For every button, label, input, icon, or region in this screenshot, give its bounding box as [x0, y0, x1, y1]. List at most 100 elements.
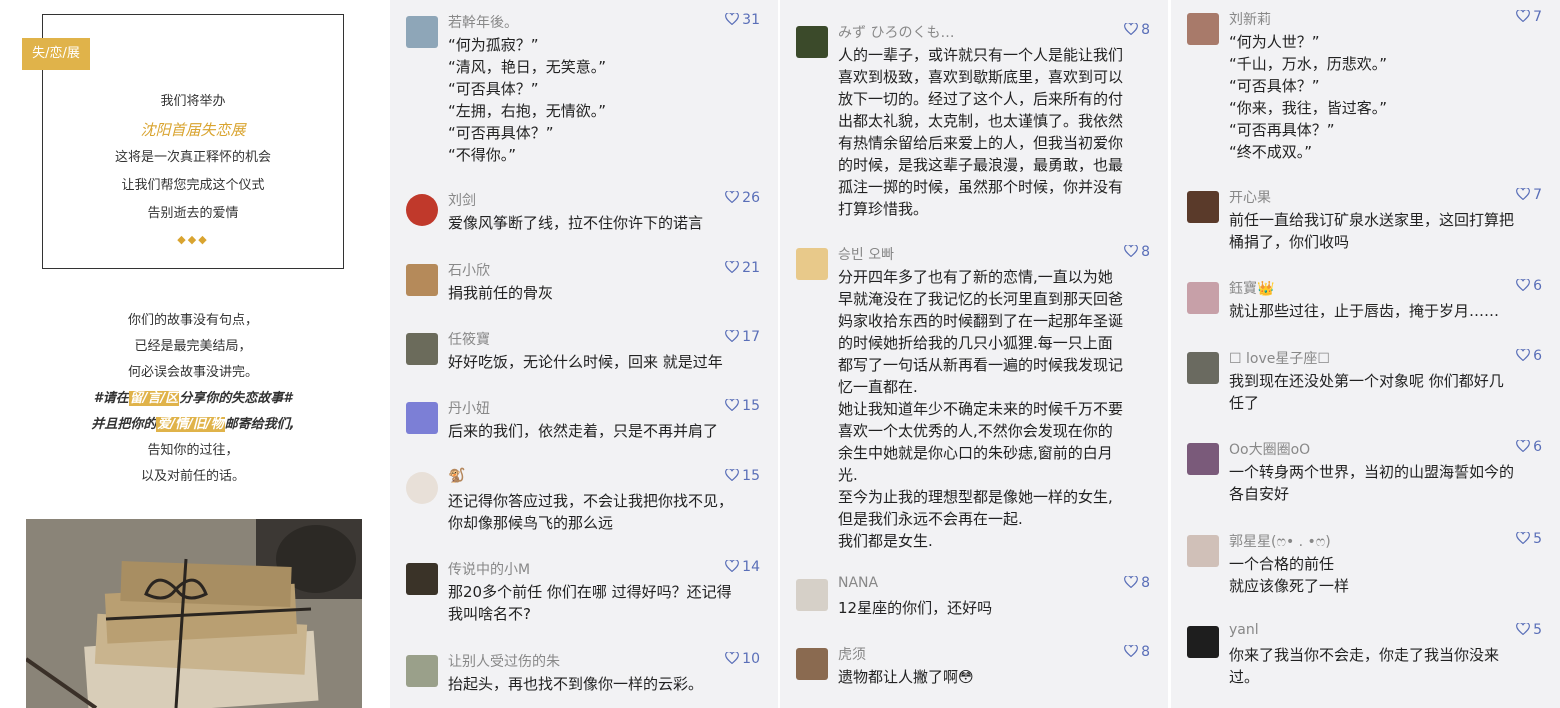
like-button[interactable]: 26	[725, 190, 760, 206]
comment-author[interactable]: 丹小妞	[448, 398, 490, 418]
comment-text: 分开四年多了也有了新的恋情,一直以为她 早就淹没在了我记忆的长河里直到那天回爸 …	[838, 268, 1124, 550]
comment-author[interactable]: Oo大圈圈oO	[1229, 439, 1310, 459]
comment-author[interactable]: 鈺寶👑	[1229, 278, 1274, 298]
comment-author[interactable]: yanl	[1229, 622, 1259, 638]
like-count: 8	[1141, 22, 1150, 38]
like-count: 7	[1533, 187, 1542, 203]
like-button[interactable]: 21	[725, 260, 760, 276]
like-button[interactable]: 5	[1516, 531, 1542, 547]
story-line: 已经是最完美结局，	[134, 339, 252, 354]
comment-author[interactable]: 石小欣	[448, 260, 490, 280]
comment-author[interactable]: NANA	[838, 575, 878, 591]
avatar[interactable]	[406, 16, 438, 48]
avatar[interactable]	[796, 248, 828, 280]
comment-author[interactable]: 刘新莉	[1229, 9, 1271, 29]
heart-icon	[725, 652, 740, 664]
avatar[interactable]	[1187, 535, 1219, 567]
story-line: 以及对前任的话。	[140, 469, 245, 484]
avatar[interactable]	[406, 655, 438, 687]
avatar[interactable]	[1187, 352, 1219, 384]
like-button[interactable]: 8	[1124, 22, 1150, 38]
avatar[interactable]	[796, 648, 828, 680]
story-line-mail: 并且把你的爱/情/旧/物邮寄给我们,	[42, 412, 344, 438]
avatar[interactable]	[1187, 191, 1219, 223]
like-button[interactable]: 7	[1516, 187, 1542, 203]
exhibition-poster: 失/恋/展 我们将举办 沈阳首届失恋展 这将是一次真正释怀的机会 让我们帮您完成…	[0, 0, 388, 708]
heart-icon	[725, 469, 740, 481]
avatar[interactable]	[796, 579, 828, 611]
comment-text: 后来的我们，依然走着，只是不再并肩了	[448, 422, 719, 440]
comment-text: 遗物都让人撇了啊😳	[838, 668, 974, 686]
comment-author[interactable]: 🐒	[448, 468, 465, 484]
like-count: 5	[1533, 531, 1542, 547]
comment-author[interactable]: 若幹年後。	[448, 12, 518, 32]
like-button[interactable]: 7	[1516, 9, 1542, 25]
heart-icon	[1124, 23, 1138, 35]
heart-icon	[725, 13, 740, 25]
like-count: 21	[742, 260, 760, 276]
comment-text: 一个合格的前任 就应该像死了一样	[1229, 555, 1350, 595]
avatar[interactable]	[406, 472, 438, 504]
comment-author[interactable]: 刘剑	[448, 190, 476, 210]
comment-author[interactable]: 任筱寶	[448, 329, 490, 349]
story-call-text: 你们的故事没有句点， 已经是最完美结局， 何必误会故事没讲完。 #请在留/言/区…	[42, 308, 344, 490]
like-button[interactable]: 17	[725, 329, 760, 345]
comment-column-1[interactable]: 若幹年後。 31 “何为孤寂？” “清风，艳日，无笑意。” “可否具体？” “左…	[390, 0, 778, 708]
invite-line: 告别逝去的爱情	[147, 206, 239, 221]
like-button[interactable]: 6	[1516, 439, 1542, 455]
heart-icon	[1516, 349, 1530, 361]
comment-author[interactable]: みず ひろのくも…	[838, 22, 954, 42]
heart-icon	[1516, 623, 1530, 635]
like-button[interactable]: 31	[725, 12, 760, 28]
like-count: 6	[1533, 348, 1542, 364]
avatar[interactable]	[406, 402, 438, 434]
like-button[interactable]: 8	[1124, 644, 1150, 660]
comment-text: 抬起头，再也找不到像你一样的云彩。	[448, 675, 704, 693]
avatar[interactable]	[406, 264, 438, 296]
like-button[interactable]: 15	[725, 468, 760, 484]
comment-text: 就让那些过往，止于唇齿，掩于岁月……	[1229, 302, 1500, 320]
like-button[interactable]: 14	[725, 559, 760, 575]
avatar[interactable]	[796, 26, 828, 58]
like-button[interactable]: 8	[1124, 244, 1150, 260]
comment-author[interactable]: 开心果	[1229, 187, 1271, 207]
avatar[interactable]	[406, 563, 438, 595]
like-button[interactable]: 10	[725, 651, 760, 667]
comment-author[interactable]: 让别人受过伤的朱	[448, 651, 560, 671]
comment-column-2[interactable]: みず ひろのくも… 8 人的一辈子，或许就只有一个人是能让我们 喜欢到极致，喜欢…	[780, 0, 1168, 708]
letters-illustration	[26, 519, 362, 708]
comment-text: 一个转身两个世界，当初的山盟海誓如今的 各自安好	[1229, 463, 1515, 503]
avatar[interactable]	[1187, 282, 1219, 314]
avatar[interactable]	[406, 333, 438, 365]
comment-text: 还记得你答应过我，不会让我把你找不见， 你却像那候鸟飞的那么远	[448, 492, 734, 532]
like-count: 7	[1533, 9, 1542, 25]
avatar[interactable]	[406, 194, 438, 226]
like-count: 6	[1533, 439, 1542, 455]
story-line: 何必误会故事没讲完。	[127, 365, 258, 380]
like-button[interactable]: 15	[725, 398, 760, 414]
heart-icon	[725, 330, 740, 342]
comment-author[interactable]: 郭星星(ෆ• . •ෆ)	[1229, 531, 1331, 551]
like-button[interactable]: 6	[1516, 348, 1542, 364]
comment-column-3[interactable]: 刘新莉 7 “何为人世？” “千山，万水，历悲欢。” “可否具体？” “你来，我…	[1171, 0, 1560, 708]
comment-author[interactable]: ☐ love星子座☐	[1229, 348, 1330, 368]
like-count: 8	[1141, 575, 1150, 591]
screenshot: 失/恋/展 我们将举办 沈阳首届失恋展 这将是一次真正释怀的机会 让我们帮您完成…	[0, 0, 1560, 708]
avatar[interactable]	[1187, 13, 1219, 45]
heart-icon	[1516, 440, 1530, 452]
heart-icon	[1124, 576, 1138, 588]
story-fragment: 分享你的失恋故事#	[179, 391, 293, 406]
comment-text: 12星座的你们，还好吗	[838, 599, 993, 617]
letters-bundle-photo	[26, 519, 362, 708]
like-button[interactable]: 6	[1516, 278, 1542, 294]
avatar[interactable]	[1187, 443, 1219, 475]
comment-author[interactable]: 虎须	[838, 644, 866, 664]
comment-author[interactable]: 승빈 오빠	[838, 244, 894, 264]
avatar[interactable]	[1187, 626, 1219, 658]
like-count: 15	[742, 468, 760, 484]
like-button[interactable]: 5	[1516, 622, 1542, 638]
comment-author[interactable]: 传说中的小M	[448, 559, 530, 579]
exhibition-title: 沈阳首届失恋展	[140, 121, 246, 139]
like-button[interactable]: 8	[1124, 575, 1150, 591]
heart-icon	[1124, 645, 1138, 657]
